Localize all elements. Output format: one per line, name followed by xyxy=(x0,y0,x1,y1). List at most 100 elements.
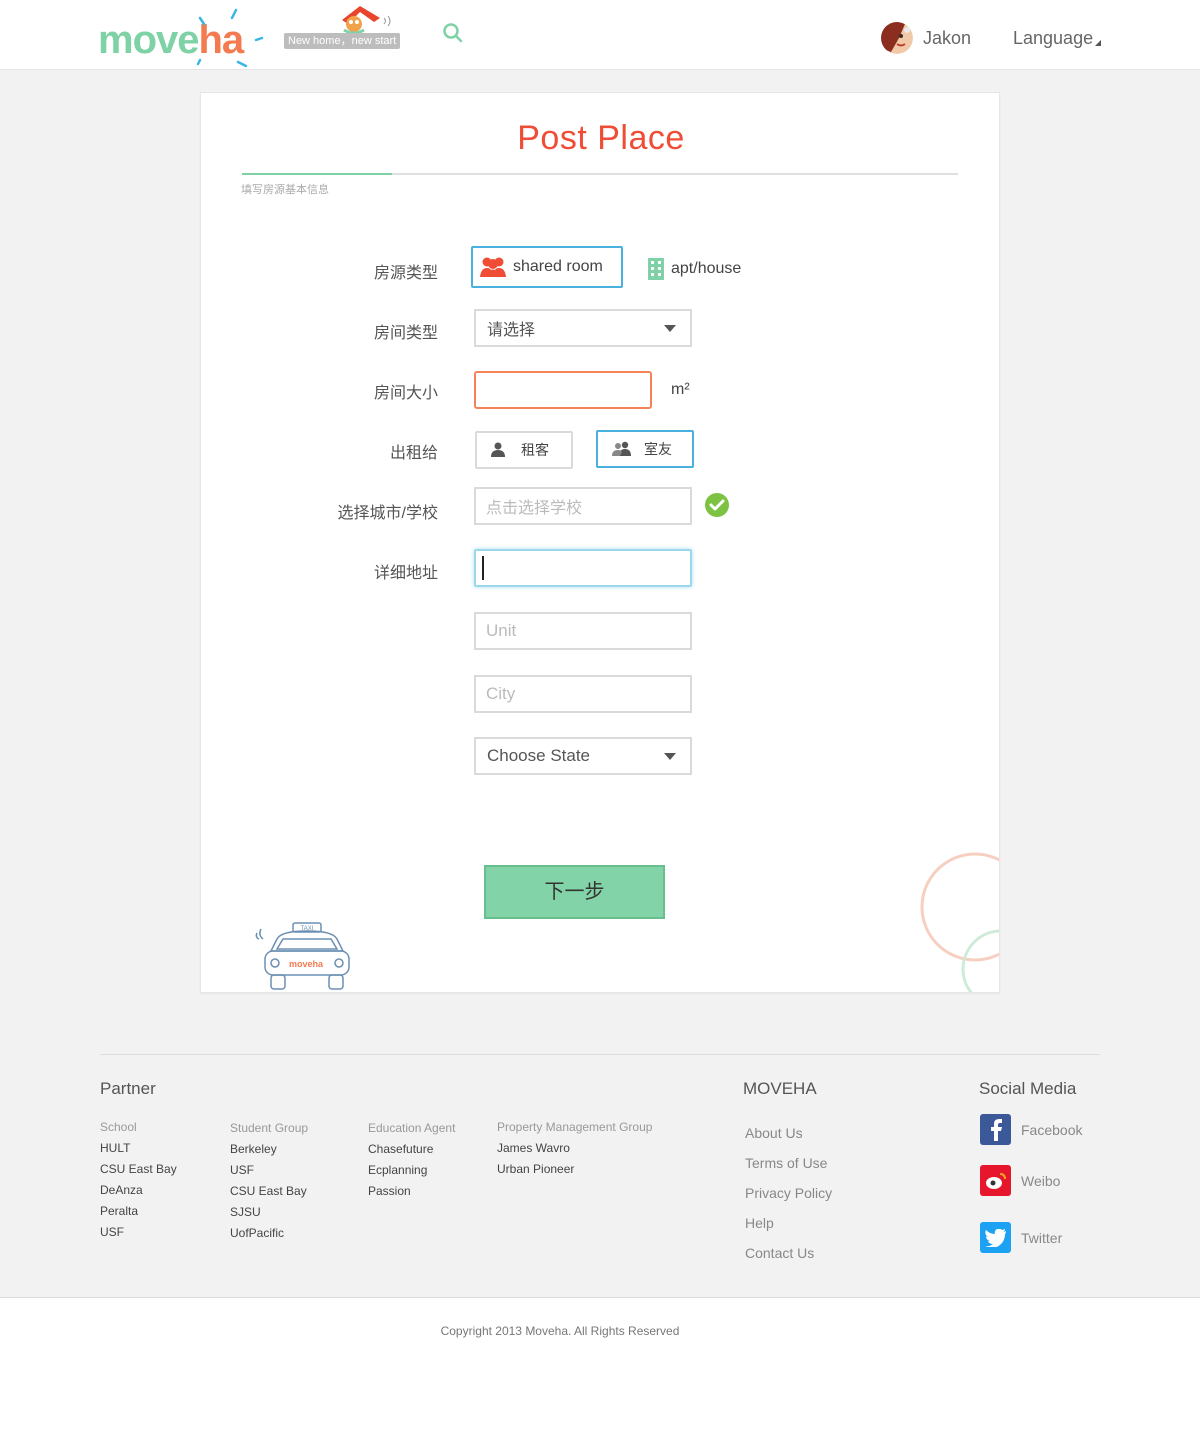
language-caret-icon xyxy=(1095,40,1102,46)
svg-text:TAXI: TAXI xyxy=(301,926,314,932)
twitter-label: Twitter xyxy=(1021,1229,1063,1246)
taxi-illustration: TAXI moveha xyxy=(255,922,350,990)
partner-column-heading: Education Agent xyxy=(368,1121,456,1135)
facebook-label: Facebook xyxy=(1021,1121,1083,1138)
partner-link[interactable]: CSU East Bay xyxy=(230,1181,308,1202)
logo-move-text: move xyxy=(98,18,199,62)
copyright-text: Copyright 2013 Moveha. All Rights Reserv… xyxy=(440,1324,680,1338)
partner-link[interactable]: UofPacific xyxy=(230,1223,308,1244)
check-circle-icon xyxy=(705,493,729,517)
room-type-label: 房间类型 xyxy=(373,325,438,342)
partner-column-student-group: Student Group Berkeley USF CSU East Bay … xyxy=(230,1118,308,1244)
post-place-card: Post Place 填写房源基本信息 房源类型 shared room apt… xyxy=(200,92,1000,993)
partner-link[interactable]: Passion xyxy=(368,1181,455,1202)
building-icon xyxy=(648,258,664,280)
weibo-icon xyxy=(980,1165,1011,1196)
person-icon xyxy=(491,442,505,457)
weibo-label: Weibo xyxy=(1021,1172,1061,1189)
chevron-down-icon xyxy=(664,325,676,332)
city-placeholder: City xyxy=(486,684,516,703)
roommate-icon xyxy=(612,441,631,456)
progress-fill xyxy=(242,173,393,175)
shared-room-icon xyxy=(480,257,506,277)
partner-link[interactable]: SJSU xyxy=(230,1202,308,1223)
roommate-label: 室友 xyxy=(644,441,672,457)
city-school-label: 选择城市/学校 xyxy=(337,505,438,522)
room-size-label: 房间大小 xyxy=(373,385,438,402)
top-header: moveha New home，new start Jakon Language xyxy=(0,0,1200,70)
facebook-link[interactable]: Facebook xyxy=(980,1114,1082,1145)
partner-link[interactable]: DeAnza xyxy=(100,1180,177,1201)
partner-column-education-agent: Education Agent Chasefuture Ecplanning P… xyxy=(368,1118,455,1202)
partner-link[interactable]: Berkeley xyxy=(230,1139,308,1160)
language-label: Language xyxy=(1013,28,1094,48)
slogan-badge: New home，new start xyxy=(284,33,401,49)
state-value: Choose State xyxy=(487,746,591,765)
help-link[interactable]: Help xyxy=(745,1208,832,1238)
language-menu[interactable]: Language xyxy=(1013,28,1102,49)
logo-rays-icon xyxy=(196,8,264,68)
page-title: Post Place xyxy=(517,119,685,157)
partner-link[interactable]: CSU East Bay xyxy=(100,1159,177,1180)
partner-link[interactable]: Peralta xyxy=(100,1201,177,1222)
room-type-value: 请选择 xyxy=(487,322,536,339)
partner-column-heading: Student Group xyxy=(230,1121,309,1135)
partner-link[interactable]: James Wavro xyxy=(497,1138,652,1159)
listing-type-label: 房源类型 xyxy=(373,265,438,282)
weibo-link[interactable]: Weibo xyxy=(980,1165,1060,1196)
twitter-link[interactable]: Twitter xyxy=(980,1222,1062,1253)
facebook-icon xyxy=(980,1114,1011,1145)
unit-placeholder: Unit xyxy=(486,621,517,640)
social-heading: Social Media xyxy=(979,1079,1077,1098)
address-label: 详细地址 xyxy=(373,565,438,582)
partner-link[interactable]: Ecplanning xyxy=(368,1160,455,1181)
decorative-circles xyxy=(920,852,999,992)
svg-text:moveha: moveha xyxy=(289,959,324,969)
moveha-heading: MOVEHA xyxy=(743,1079,817,1098)
moveha-logo[interactable]: moveha xyxy=(98,8,268,68)
partner-link[interactable]: HULT xyxy=(100,1138,177,1159)
room-size-unit: m² xyxy=(671,381,690,398)
shared-room-label: shared room xyxy=(513,258,603,275)
school-picker-input[interactable]: 点击选择学校 xyxy=(474,487,692,525)
rent-to-label: 出租给 xyxy=(389,445,438,462)
partner-link[interactable]: Urban Pioneer xyxy=(497,1159,652,1180)
partner-heading: Partner xyxy=(100,1079,156,1098)
footer-divider xyxy=(100,1054,1100,1055)
about-us-link[interactable]: About Us xyxy=(745,1118,832,1148)
tenant-label: 租客 xyxy=(521,442,549,458)
partner-link[interactable]: USF xyxy=(100,1222,177,1243)
twitter-icon xyxy=(980,1222,1011,1253)
text-cursor xyxy=(482,556,484,580)
address-input[interactable] xyxy=(474,549,692,587)
partner-column-heading: Property Management Group xyxy=(497,1120,653,1134)
search-icon[interactable] xyxy=(442,22,464,44)
user-avatar[interactable] xyxy=(881,22,913,54)
partner-link[interactable]: USF xyxy=(230,1160,308,1181)
bottom-bar: Copyright 2013 Moveha. All Rights Reserv… xyxy=(0,1297,1200,1449)
apt-house-button[interactable]: apt/house xyxy=(647,248,787,290)
partner-link[interactable]: Chasefuture xyxy=(368,1139,455,1160)
room-size-input[interactable] xyxy=(474,371,652,409)
next-step-button[interactable]: 下一步 xyxy=(484,865,665,919)
roommate-button[interactable]: 室友 xyxy=(596,430,694,468)
moveha-links: About Us Terms of Use Privacy Policy Hel… xyxy=(745,1118,832,1268)
terms-link[interactable]: Terms of Use xyxy=(745,1148,832,1178)
contact-link[interactable]: Contact Us xyxy=(745,1238,832,1268)
state-select[interactable]: Choose State xyxy=(474,737,692,775)
partner-column-property-management: Property Management Group James Wavro Ur… xyxy=(497,1117,652,1180)
partner-column-heading: School xyxy=(100,1120,137,1134)
apt-house-label: apt/house xyxy=(671,260,742,277)
school-placeholder: 点击选择学校 xyxy=(486,500,583,517)
privacy-link[interactable]: Privacy Policy xyxy=(745,1178,832,1208)
username[interactable]: Jakon xyxy=(923,28,971,49)
step-label: 填写房源基本信息 xyxy=(241,184,329,196)
chevron-down-icon xyxy=(664,753,676,760)
room-type-select[interactable]: 请选择 xyxy=(474,309,692,347)
shared-room-button[interactable]: shared room xyxy=(471,246,623,288)
unit-input[interactable]: Unit xyxy=(474,612,692,650)
tenant-button[interactable]: 租客 xyxy=(475,431,573,469)
city-input[interactable]: City xyxy=(474,675,692,713)
partner-column-school: School HULT CSU East Bay DeAnza Peralta … xyxy=(100,1117,177,1243)
progress-bar xyxy=(242,173,958,175)
